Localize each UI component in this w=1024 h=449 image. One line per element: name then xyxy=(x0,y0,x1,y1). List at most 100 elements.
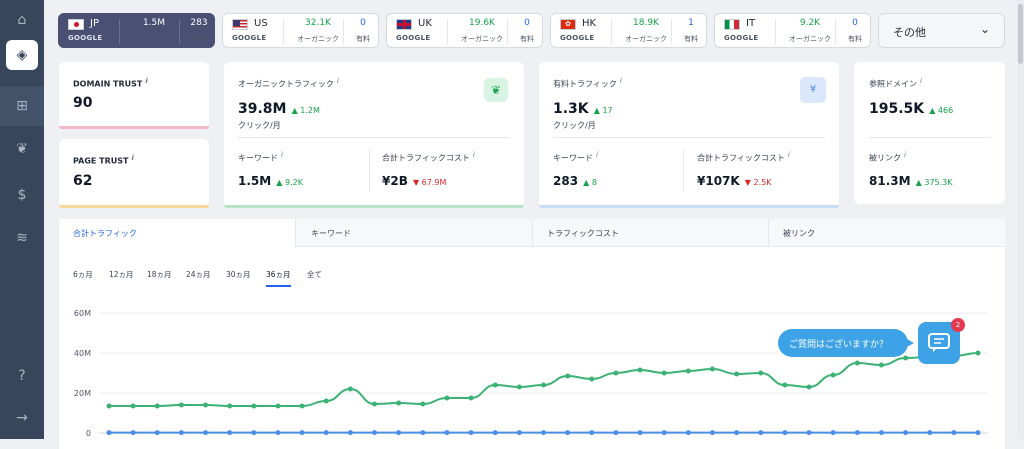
data-point[interactable] xyxy=(685,368,691,374)
dollar-icon[interactable]: $ xyxy=(0,177,44,213)
data-point[interactable] xyxy=(854,430,860,436)
country-tab-it[interactable]: IT GOOGLE 9.2K オーガニック 0 有料 xyxy=(714,13,871,48)
scrollbar[interactable] xyxy=(1017,0,1024,439)
data-point[interactable] xyxy=(154,403,160,409)
info-icon[interactable]: i xyxy=(145,77,147,85)
data-point[interactable] xyxy=(130,430,136,436)
data-point[interactable] xyxy=(709,366,715,372)
info-icon[interactable]: i xyxy=(904,151,906,159)
data-point[interactable] xyxy=(782,382,788,388)
data-point[interactable] xyxy=(951,430,957,436)
data-point[interactable] xyxy=(372,430,378,436)
data-point[interactable] xyxy=(275,403,281,409)
data-point[interactable] xyxy=(468,430,474,436)
expand-arrow-icon[interactable]: → xyxy=(0,400,44,436)
country-tab-hk[interactable]: ✿ HK GOOGLE 18.9K オーガニック 1 有料 xyxy=(550,13,707,48)
data-point[interactable] xyxy=(275,430,281,436)
country-tab-us[interactable]: US GOOGLE 32.1K オーガニック 0 有料 xyxy=(222,13,379,48)
data-point[interactable] xyxy=(227,430,233,436)
data-point[interactable] xyxy=(516,384,522,390)
data-point[interactable] xyxy=(347,386,353,392)
data-point[interactable] xyxy=(565,430,571,436)
country-tab-uk[interactable]: UK GOOGLE 19.6K オーガニック 0 有料 xyxy=(386,13,543,48)
data-point[interactable] xyxy=(323,430,329,436)
data-point[interactable] xyxy=(709,430,715,436)
data-point[interactable] xyxy=(854,360,860,366)
data-point[interactable] xyxy=(227,403,233,409)
data-point[interactable] xyxy=(806,430,812,436)
data-point[interactable] xyxy=(106,403,112,409)
data-point[interactable] xyxy=(541,430,546,436)
data-point[interactable] xyxy=(130,403,136,409)
data-point[interactable] xyxy=(420,401,426,407)
info-icon[interactable]: i xyxy=(473,151,475,159)
data-point[interactable] xyxy=(154,430,160,436)
info-icon[interactable]: i xyxy=(788,151,790,159)
data-point[interactable] xyxy=(251,403,257,409)
chat-prompt[interactable]: ご質問はございますか？ xyxy=(778,329,914,357)
data-point[interactable] xyxy=(323,398,329,404)
data-point[interactable] xyxy=(492,382,498,388)
data-point[interactable] xyxy=(347,430,353,436)
data-point[interactable] xyxy=(299,430,305,436)
data-point[interactable] xyxy=(444,430,450,436)
data-point[interactable] xyxy=(661,370,667,376)
data-point[interactable] xyxy=(806,384,812,390)
help-icon[interactable]: ? xyxy=(0,358,44,394)
leaf-icon[interactable]: ❦ xyxy=(0,131,44,167)
data-point[interactable] xyxy=(299,403,305,409)
data-point[interactable] xyxy=(420,430,426,436)
info-icon[interactable]: i xyxy=(281,151,283,159)
data-point[interactable] xyxy=(758,430,764,436)
data-point[interactable] xyxy=(396,400,402,406)
country-tab-jp[interactable]: JP GOOGLE 1.5M オーガニック 283 有料 xyxy=(58,13,215,48)
data-point[interactable] xyxy=(613,430,619,436)
data-point[interactable] xyxy=(878,362,884,368)
data-point[interactable] xyxy=(758,370,764,376)
data-point[interactable] xyxy=(685,430,691,436)
info-icon[interactable]: i xyxy=(620,77,622,85)
info-icon[interactable]: i xyxy=(596,151,598,159)
referring-domains-delta: ▲ 466 xyxy=(929,106,954,115)
data-point[interactable] xyxy=(589,376,595,382)
paid-label: 有料 xyxy=(848,35,862,43)
data-point[interactable] xyxy=(975,350,981,356)
data-point[interactable] xyxy=(251,430,257,436)
layers-icon[interactable]: ◈ xyxy=(6,40,38,70)
data-point[interactable] xyxy=(927,430,933,436)
data-point[interactable] xyxy=(203,402,209,408)
other-countries-dropdown[interactable]: その他 ⌄ xyxy=(878,13,1005,48)
data-point[interactable] xyxy=(178,402,184,408)
data-point[interactable] xyxy=(444,395,450,401)
data-point[interactable] xyxy=(830,372,836,378)
data-point[interactable] xyxy=(516,430,522,436)
data-point[interactable] xyxy=(396,430,402,436)
info-icon[interactable]: i xyxy=(131,154,133,162)
data-point[interactable] xyxy=(178,430,184,436)
data-point[interactable] xyxy=(637,367,643,373)
data-point[interactable] xyxy=(661,430,667,436)
data-point[interactable] xyxy=(637,430,643,436)
data-point[interactable] xyxy=(878,430,884,436)
data-point[interactable] xyxy=(782,430,788,436)
grid-icon[interactable]: ⊞ xyxy=(0,88,44,124)
data-point[interactable] xyxy=(903,355,909,361)
data-point[interactable] xyxy=(975,430,981,436)
home-icon[interactable]: ⌂ xyxy=(0,2,44,38)
data-point[interactable] xyxy=(734,371,740,377)
info-icon[interactable]: i xyxy=(920,77,922,85)
data-point[interactable] xyxy=(565,373,571,379)
data-point[interactable] xyxy=(468,395,474,401)
data-point[interactable] xyxy=(830,430,836,436)
data-point[interactable] xyxy=(203,430,209,436)
data-point[interactable] xyxy=(903,430,909,436)
data-point[interactable] xyxy=(372,401,378,407)
data-point[interactable] xyxy=(492,430,498,436)
data-point[interactable] xyxy=(734,430,740,436)
database-icon[interactable]: ≋ xyxy=(0,220,44,256)
data-point[interactable] xyxy=(106,430,112,436)
data-point[interactable] xyxy=(613,370,619,376)
data-point[interactable] xyxy=(541,382,546,388)
info-icon[interactable]: i xyxy=(337,77,339,85)
data-point[interactable] xyxy=(589,430,595,436)
